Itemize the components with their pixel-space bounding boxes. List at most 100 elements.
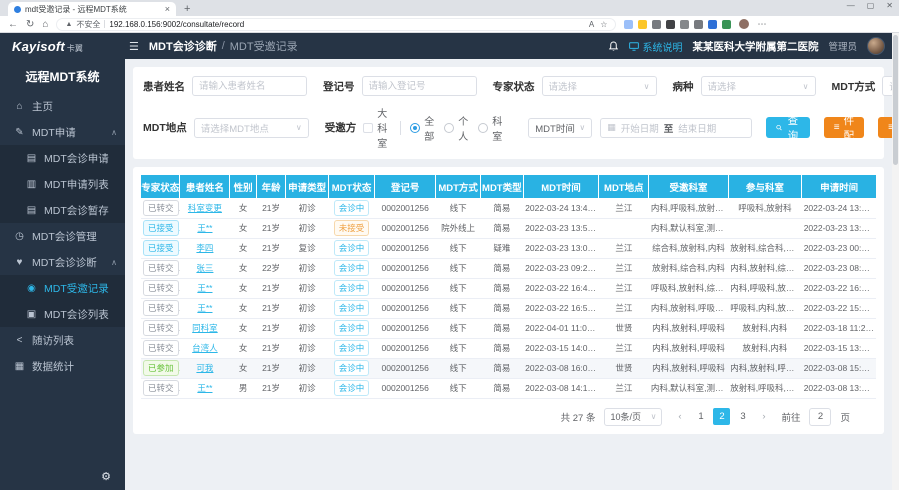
cell-apply_time: 2022-03-22 16:31:36 [802,278,876,298]
patient-name-link[interactable]: 王** [197,283,212,293]
cell-expert_status: 已参加 [141,358,180,378]
notification-bell-icon[interactable] [608,41,619,52]
next-page-button[interactable]: › [755,408,772,425]
expert-status-select[interactable]: 请选择∨ [542,76,657,96]
cell-reg_no: 0002001256 [375,258,436,278]
tab-close-icon[interactable]: × [165,4,170,14]
page-size-select[interactable]: 10条/页 ∨ [604,408,662,426]
new-tab-button[interactable]: + [184,2,190,16]
patient-name-link[interactable]: 王** [197,383,212,393]
favorite-star-icon[interactable]: ☆ [600,20,607,29]
date-range-picker[interactable]: ▦ 开始日期 至 结束日期 [600,118,752,138]
sidebar-item-mdt-draft[interactable]: ▤MDT会诊暂存 [0,197,125,223]
column-header-mdt_place: MDT地点 [599,175,649,198]
refresh-button[interactable]: ↻ [26,19,34,30]
browser-menu-icon[interactable]: ⋯ [757,19,766,30]
cell-joined_depts [728,218,802,238]
cell-gender: 女 [230,258,256,278]
patient-name-link[interactable]: 可我 [196,363,213,373]
sidebar-item-mdt-consult-list[interactable]: ▣MDT会诊列表 [0,301,125,327]
cell-name: 王** [180,278,230,298]
mdt_status-tag: 会诊中 [334,280,370,296]
records-table: 专家状态患者姓名性别年龄申请类型MDT状态登记号MDT方式MDT类型MDT时间M… [141,175,876,399]
sidebar-item-mdt-consult-apply[interactable]: ▤MDT会诊申请 [0,145,125,171]
patient-name-input[interactable] [192,76,307,96]
filter-label: 专家状态 [493,79,535,94]
system-info-button[interactable]: 系统说明 [629,39,682,54]
cell-mdt_status: 会诊中 [328,338,374,358]
radio-全部[interactable] [410,123,420,133]
sidebar-item-mdt-invited-records[interactable]: ◉MDT受邀记录 [0,275,125,301]
invitee-radio-group: 全部个人科室 [410,113,512,143]
search-button[interactable]: 查询 [766,117,810,138]
condition-config-button[interactable]: ≡ 条件配置 [824,117,864,138]
select-value: MDT时间 [535,121,575,135]
cell-reg_no: 0002001256 [375,318,436,338]
patient-name-link[interactable]: 同科室 [192,323,218,333]
patient-name-link[interactable]: 台湾人 [192,343,218,353]
sidebar-item-mdt-apply-list[interactable]: ▥MDT申请列表 [0,171,125,197]
sidebar-collapse-icon[interactable]: ☰ [129,40,139,53]
window-maximize-button[interactable]: ▢ [867,1,875,10]
registration-no-input[interactable] [362,76,477,96]
extension-icon[interactable] [708,20,717,29]
cell-mdt_time: 2022-04-01 11:00:00 [523,318,599,338]
window-minimize-button[interactable]: — [847,1,855,10]
expert_status-tag: 已转交 [143,280,179,296]
mdt-place-select[interactable]: 请选择MDT地点 ∨ [194,118,309,138]
extension-icon[interactable] [666,20,675,29]
extension-icon[interactable] [652,20,661,29]
browser-tab[interactable]: mdt受邀记录 - 远程MDT系统 × [8,2,176,16]
search-icon [776,123,782,132]
extension-icon[interactable] [722,20,731,29]
page-button-3[interactable]: 3 [734,408,751,425]
disease-select[interactable]: 请选择∨ [701,76,816,96]
mdt_status-tag: 会诊中 [334,200,370,216]
extension-icon[interactable] [680,20,689,29]
sidebar-item-mdt-diagnose[interactable]: ♥MDT会诊诊断∧ [0,249,125,275]
extension-icon[interactable] [638,20,647,29]
reader-mode-icon[interactable]: A [589,20,594,29]
window-close-button[interactable]: ✕ [886,1,893,10]
radio-个人[interactable] [444,123,454,133]
page-button-2[interactable]: 2 [713,408,730,425]
scrollbar-thumb[interactable] [893,35,898,165]
extension-icon[interactable] [624,20,633,29]
patient-name-link[interactable]: 王** [197,303,212,313]
settings-gear-icon[interactable]: ⚙ [101,470,111,483]
page-scrollbar[interactable] [892,33,899,490]
user-avatar[interactable] [867,37,885,55]
address-bar[interactable]: ▲ 不安全 192.168.0.156:9002/consultate/reco… [56,18,616,31]
cell-apply_type: 初诊 [286,338,329,358]
patient-name-link[interactable]: 王** [197,223,212,233]
cell-invited_depts: 内科,呼吸科,放射科,综合科 [649,198,728,218]
divider [104,20,105,28]
cell-mdt_place: 世贤 [599,318,649,338]
select-placeholder: 请选择MDT地点 [201,121,269,135]
extension-icon[interactable] [694,20,703,29]
sidebar-item-label: MDT会诊列表 [44,307,109,322]
home-button[interactable]: ⌂ [42,19,48,30]
mdt-time-field-select[interactable]: MDT时间 ∨ [528,118,592,138]
filter-label: 病种 [673,79,694,94]
cell-mdt_place: 兰江 [599,238,649,258]
browser-profile-avatar[interactable] [739,19,749,29]
big-department-checkbox[interactable] [363,123,373,133]
sidebar-item-follow-up-list[interactable]: <随访列表 [0,327,125,353]
sidebar-item-statistics[interactable]: ▦数据统计 [0,353,125,379]
sidebar-menu: ⌂主页✎MDT申请∧▤MDT会诊申请▥MDT申请列表▤MDT会诊暂存◷MDT会诊… [0,93,125,379]
sidebar-item-mdt-manage[interactable]: ◷MDT会诊管理 [0,223,125,249]
sidebar-item-home[interactable]: ⌂主页 [0,93,125,119]
filter-field: MDT方式请选择MDT方式∨ [832,76,899,96]
page-button-1[interactable]: 1 [692,408,709,425]
patient-name-link[interactable]: 李四 [196,243,213,253]
patient-name-link[interactable]: 张三 [196,263,213,273]
prev-page-button[interactable]: ‹ [671,408,688,425]
patient-name-link[interactable]: 科室变更 [188,203,222,213]
back-button[interactable]: ← [8,19,18,30]
column-header-reg_no: 登记号 [375,175,436,198]
goto-page-input[interactable] [809,408,831,426]
sidebar-item-mdt-apply[interactable]: ✎MDT申请∧ [0,119,125,145]
radio-科室[interactable] [478,123,488,133]
filter-field: 登记号 [323,76,477,96]
